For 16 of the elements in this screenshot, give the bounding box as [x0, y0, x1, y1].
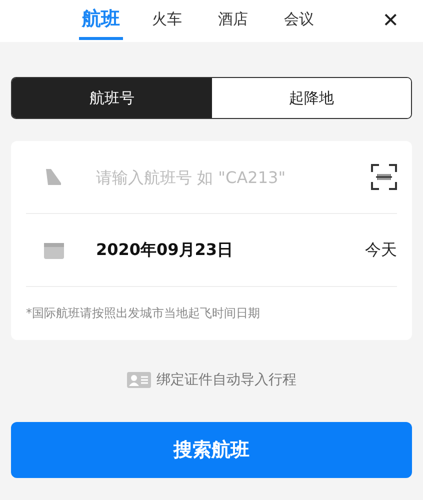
date-value[interactable]: 2020年09月23日	[96, 240, 365, 260]
search-button[interactable]: 搜索航班	[11, 422, 412, 478]
id-card-icon	[126, 372, 150, 388]
bind-id-link[interactable]: 绑定证件自动导入行程	[120, 370, 302, 390]
segment-tab[interactable]: 起降地	[212, 78, 411, 118]
tab[interactable]: 酒店	[211, 2, 255, 40]
tail-fin-icon	[44, 169, 62, 185]
tab[interactable]: 航班	[79, 2, 123, 40]
scan-icon[interactable]	[371, 164, 397, 190]
today-label: 今天	[365, 240, 397, 260]
close-button[interactable]: ✕	[380, 6, 401, 34]
tab[interactable]: 火车	[145, 2, 189, 40]
tab[interactable]: 会议	[277, 2, 321, 40]
note-text: *国际航班请按照出发城市当地起飞时间日期	[26, 305, 261, 322]
segment-tab[interactable]: 航班号	[12, 78, 212, 118]
calendar-icon	[44, 241, 64, 259]
